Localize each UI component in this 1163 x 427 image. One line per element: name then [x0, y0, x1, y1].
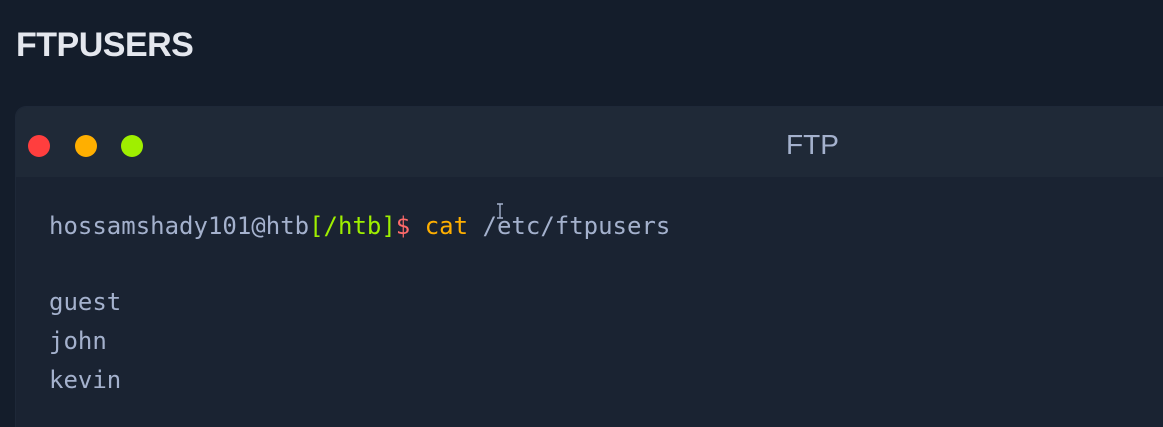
command-args: /etc/ftpusers — [482, 212, 671, 240]
output-line: john — [49, 327, 107, 355]
prompt-line: hossamshady101@htb[/htb]$ cat /etc/ftpus… — [49, 207, 670, 245]
terminal-titlebar[interactable]: FTP — [16, 107, 1163, 177]
prompt-symbol: $ — [395, 212, 411, 240]
text-cursor-icon — [497, 203, 503, 219]
terminal-content[interactable]: hossamshady101@htb[/htb]$ cat /etc/ftpus… — [49, 207, 670, 400]
close-button[interactable] — [28, 135, 50, 157]
page-title: FTPUSERS — [16, 26, 194, 64]
maximize-button[interactable] — [121, 135, 143, 157]
page: FTPUSERS FTP hossamshady101@htb[/htb]$ c… — [0, 0, 1163, 427]
output-line: guest — [49, 288, 122, 316]
terminal-title: FTP — [786, 129, 839, 160]
prompt-directory: [/htb] — [309, 212, 396, 240]
prompt-user-host: hossamshady101@htb — [49, 212, 310, 240]
command-name: cat — [424, 212, 469, 240]
terminal-window[interactable]: FTP hossamshady101@htb[/htb]$ cat /etc/f… — [16, 107, 1163, 427]
output-line: kevin — [49, 366, 122, 394]
minimize-button[interactable] — [75, 135, 97, 157]
